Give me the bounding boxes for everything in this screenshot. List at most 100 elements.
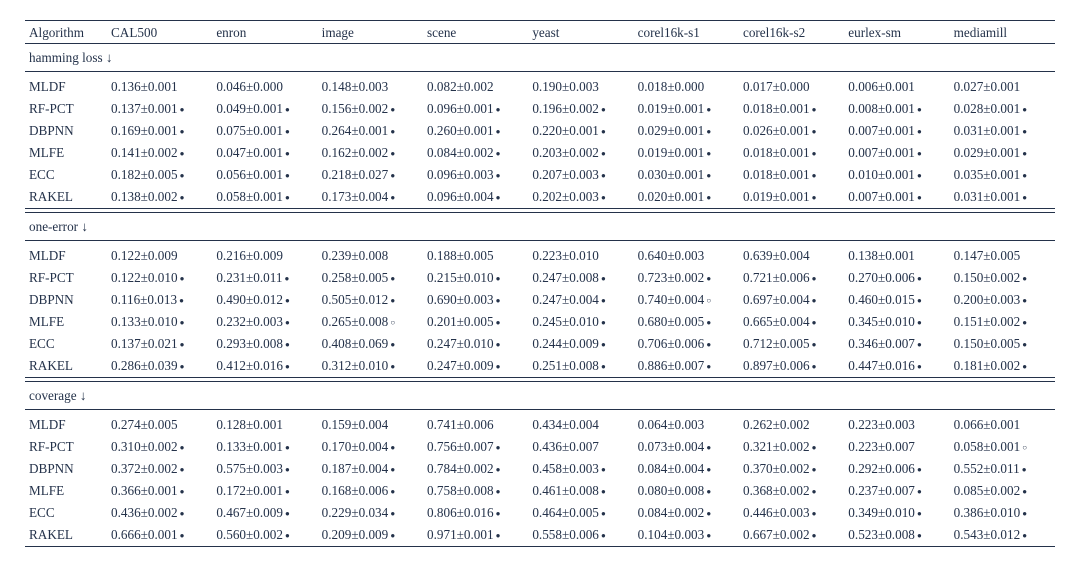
bullet-icon [494, 172, 503, 180]
value-text: 0.247±0.009 [427, 358, 494, 373]
value-cell: 0.168±0.006 [318, 480, 423, 502]
value-cell: 0.017±0.000 [739, 75, 844, 97]
value-text: 0.434±0.004 [532, 417, 599, 432]
value-cell: 0.223±0.007 [844, 435, 949, 457]
value-cell: 0.372±0.002 [107, 458, 212, 480]
bullet-icon [178, 128, 187, 136]
value-cell: 0.136±0.001 [107, 75, 212, 97]
value-cell: 0.137±0.021 [107, 333, 212, 355]
value-text: 0.008±0.001 [848, 101, 915, 116]
value-text: 0.505±0.012 [322, 292, 389, 307]
value-text: 0.293±0.008 [216, 336, 283, 351]
value-text: 0.543±0.012 [954, 527, 1021, 542]
bullet-icon [704, 444, 713, 452]
value-cell: 0.007±0.001 [844, 186, 949, 209]
value-text: 0.007±0.001 [848, 189, 915, 204]
bullet-icon [810, 363, 819, 371]
bullet-icon [599, 106, 608, 114]
value-cell: 0.270±0.006 [844, 266, 949, 288]
value-cell: 0.133±0.010 [107, 311, 212, 333]
value-text: 0.064±0.003 [638, 417, 705, 432]
value-cell: 0.447±0.016 [844, 355, 949, 378]
value-text: 0.137±0.021 [111, 336, 178, 351]
section-header: one-error ↓ [25, 213, 1055, 241]
value-cell: 0.056±0.001 [212, 164, 317, 186]
value-cell: 0.490±0.012 [212, 289, 317, 311]
col-corel16k-s1: corel16k-s1 [634, 21, 739, 44]
value-cell: 0.084±0.002 [423, 142, 528, 164]
value-cell: 0.141±0.002 [107, 142, 212, 164]
results-table: Algorithm CAL500 enron image scene yeast… [25, 20, 1055, 547]
value-cell: 0.203±0.002 [528, 142, 633, 164]
value-text: 0.666±0.001 [111, 527, 178, 542]
bullet-icon [915, 297, 924, 305]
value-cell: 0.666±0.001 [107, 524, 212, 547]
value-cell: 0.370±0.002 [739, 458, 844, 480]
table-row: DBPNN0.372±0.0020.575±0.0030.187±0.0040.… [25, 458, 1055, 480]
value-text: 0.231±0.011 [216, 270, 282, 285]
value-text: 0.084±0.002 [427, 145, 494, 160]
value-text: 0.150±0.005 [954, 336, 1021, 351]
value-cell: 0.697±0.004 [739, 289, 844, 311]
value-cell: 0.151±0.002 [950, 311, 1055, 333]
value-cell: 0.218±0.027 [318, 164, 423, 186]
value-cell: 0.460±0.015 [844, 289, 949, 311]
bullet-icon [494, 106, 503, 114]
bullet-icon [810, 466, 819, 474]
value-text: 0.137±0.001 [111, 101, 178, 116]
value-text: 0.147±0.005 [954, 248, 1021, 263]
bullet-icon [1020, 194, 1029, 202]
value-cell: 0.047±0.001 [212, 142, 317, 164]
bullet-icon [704, 510, 713, 518]
bullet-icon [178, 194, 187, 202]
table-row: MLFE0.133±0.0100.232±0.0030.265±0.0080.2… [25, 311, 1055, 333]
value-text: 0.151±0.002 [954, 314, 1021, 329]
col-eurlex-sm: eurlex-sm [844, 21, 949, 44]
value-cell: 0.247±0.008 [528, 266, 633, 288]
value-text: 0.247±0.010 [427, 336, 494, 351]
value-text: 0.723±0.002 [638, 270, 705, 285]
value-cell: 0.031±0.001 [950, 120, 1055, 142]
value-cell: 0.640±0.003 [634, 244, 739, 266]
value-cell: 0.030±0.001 [634, 164, 739, 186]
bullet-icon [388, 532, 397, 540]
value-text: 0.346±0.007 [848, 336, 915, 351]
circle-icon [704, 297, 713, 305]
value-text: 0.218±0.027 [322, 167, 389, 182]
value-cell: 0.156±0.002 [318, 97, 423, 119]
value-text: 0.056±0.001 [216, 167, 283, 182]
value-cell: 0.247±0.010 [423, 333, 528, 355]
bullet-icon [178, 150, 187, 158]
value-text: 0.122±0.010 [111, 270, 178, 285]
bullet-icon [494, 297, 503, 305]
value-text: 0.461±0.008 [532, 483, 599, 498]
value-text: 0.162±0.002 [322, 145, 389, 160]
value-text: 0.010±0.001 [848, 167, 915, 182]
value-text: 0.366±0.001 [111, 483, 178, 498]
algo-cell: DBPNN [25, 289, 107, 311]
bullet-icon [599, 319, 608, 327]
col-image: image [318, 21, 423, 44]
value-text: 0.122±0.009 [111, 248, 178, 263]
value-text: 0.046±0.000 [216, 79, 283, 94]
bullet-icon [178, 466, 187, 474]
value-text: 0.031±0.001 [954, 123, 1021, 138]
value-cell: 0.082±0.002 [423, 75, 528, 97]
value-cell: 0.170±0.004 [318, 435, 423, 457]
value-cell: 0.007±0.001 [844, 120, 949, 142]
bullet-icon [915, 363, 924, 371]
value-text: 0.018±0.001 [743, 167, 810, 182]
bullet-icon [704, 488, 713, 496]
value-text: 0.209±0.009 [322, 527, 389, 542]
value-text: 0.058±0.001 [954, 439, 1021, 454]
bullet-icon [810, 194, 819, 202]
value-text: 0.007±0.001 [848, 123, 915, 138]
value-cell: 0.058±0.001 [212, 186, 317, 209]
value-cell: 0.058±0.001 [950, 435, 1055, 457]
value-cell: 0.182±0.005 [107, 164, 212, 186]
bullet-icon [388, 172, 397, 180]
algo-cell: MLDF [25, 244, 107, 266]
value-text: 0.436±0.002 [111, 505, 178, 520]
value-text: 0.073±0.004 [638, 439, 705, 454]
table-row: DBPNN0.169±0.0010.075±0.0010.264±0.0010.… [25, 120, 1055, 142]
